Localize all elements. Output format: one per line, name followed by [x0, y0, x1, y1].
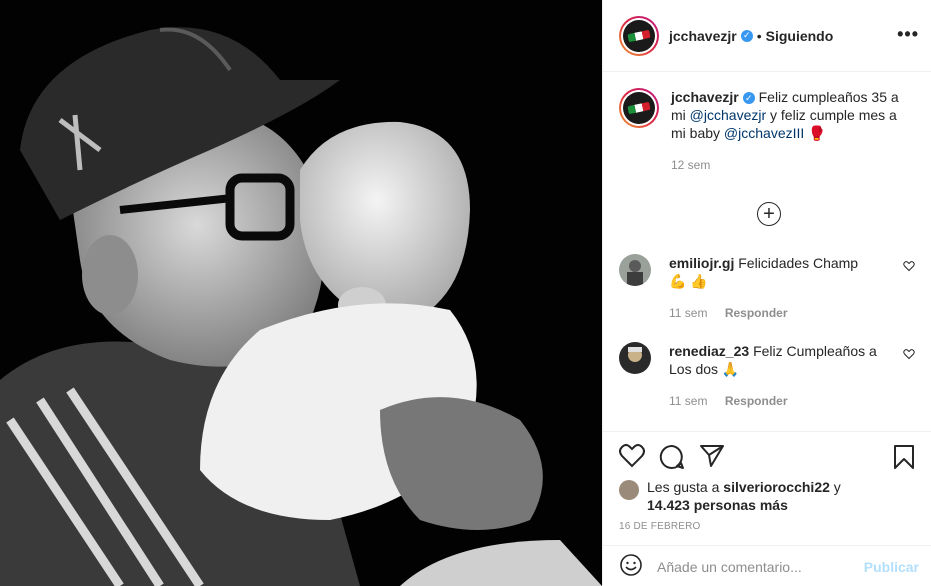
likes-prefix: Les gusta a	[647, 479, 720, 495]
like-comment-heart-icon[interactable]	[903, 260, 915, 275]
author-username[interactable]: jcchavezjr	[669, 28, 737, 44]
caption-text: jcchavezjr ✓ Feliz cumpleaños 35 a mi @jc…	[671, 88, 911, 174]
comment-time[interactable]: 11 sem	[669, 394, 707, 408]
share-send-icon[interactable]	[699, 444, 725, 471]
likes-count[interactable]: 14.423 personas más	[647, 497, 788, 513]
post-actions: Les gusta a silveriorocchi22 y 14.423 pe…	[603, 431, 931, 586]
separator-dot: •	[756, 27, 762, 44]
author-avatar[interactable]	[619, 15, 659, 56]
boxing-glove-icon: 🥊	[808, 125, 826, 141]
reply-button[interactable]: Responder	[725, 394, 788, 408]
mention-link[interactable]: @jcchavezIII	[724, 125, 804, 141]
mention-link[interactable]: @jcchavezjr	[690, 107, 766, 123]
reply-button[interactable]: Responder	[725, 306, 788, 320]
comment-item: emiliojr.gj Felicidades Champ 💪 👍 11 sem…	[619, 254, 915, 322]
comments-section: jcchavezjr ✓ Feliz cumpleaños 35 a mi @jc…	[603, 72, 931, 432]
liker-username[interactable]: silveriorocchi22	[723, 479, 830, 495]
load-more-comments-icon[interactable]: +	[757, 202, 781, 226]
commenter-username[interactable]: emiliojr.gj	[669, 255, 734, 271]
comment-time[interactable]: 11 sem	[669, 306, 707, 320]
commenter-avatar[interactable]	[619, 342, 651, 374]
post-side-panel: jcchavezjr ✓ • Siguiendo ••• jcchavezjr ✓…	[602, 0, 931, 586]
comment-bubble-icon[interactable]	[659, 444, 685, 473]
caption: jcchavezjr ✓ Feliz cumpleaños 35 a mi @jc…	[619, 88, 915, 174]
likes-connector: y	[833, 479, 841, 495]
caption-username[interactable]: jcchavezjr	[671, 89, 739, 105]
liker-avatar[interactable]	[619, 480, 639, 500]
caption-time[interactable]: 12 sem	[671, 156, 911, 174]
post-image	[0, 0, 602, 586]
publish-button[interactable]: Publicar	[864, 559, 919, 575]
caption-avatar[interactable]	[619, 88, 659, 128]
instagram-post: jcchavezjr ✓ • Siguiendo ••• jcchavezjr ✓…	[0, 0, 931, 586]
commenter-avatar[interactable]	[619, 254, 651, 286]
post-date[interactable]: 16 DE FEBRERO	[619, 521, 701, 532]
comment-input[interactable]	[657, 558, 857, 575]
more-options-icon[interactable]: •••	[897, 24, 919, 45]
likes-summary: Les gusta a silveriorocchi22 y 14.423 pe…	[619, 478, 915, 514]
save-bookmark-icon[interactable]	[893, 444, 915, 473]
like-comment-heart-icon[interactable]	[903, 348, 915, 363]
like-heart-icon[interactable]	[619, 444, 645, 471]
post-photo[interactable]	[0, 0, 602, 586]
add-comment-bar: Publicar	[603, 545, 931, 586]
commenter-username[interactable]: renediaz_23	[669, 343, 749, 359]
verified-badge-icon: ✓	[742, 92, 755, 105]
verified-badge-icon: ✓	[740, 29, 753, 42]
comment-item: renediaz_23 Feliz Cumpleaños a Los dos 🙏…	[619, 342, 915, 410]
emoji-smiley-icon[interactable]	[619, 553, 643, 580]
following-button[interactable]: Siguiendo	[766, 28, 834, 44]
post-header: jcchavezjr ✓ • Siguiendo •••	[603, 0, 931, 72]
